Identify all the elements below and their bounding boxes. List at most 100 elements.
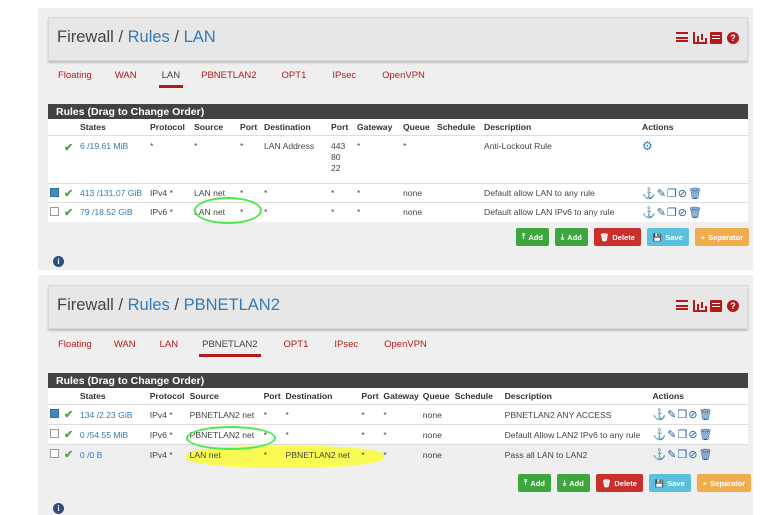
breadcrumb-lan-link[interactable]: LAN [184, 28, 216, 46]
add-bottom-label: Add [569, 478, 584, 488]
chart-icon[interactable] [693, 32, 705, 44]
row-checkbox[interactable] [50, 409, 59, 418]
tab-openvpn[interactable]: OpenVPN [384, 339, 427, 356]
cell-description: PBNETLAN2 ANY ACCESS [502, 404, 651, 425]
table-icon[interactable] [710, 300, 722, 312]
cell-schedule [435, 183, 482, 203]
states-link[interactable]: 0 /54.55 MiB [80, 430, 128, 440]
breadcrumb: Firewall / Rules / LAN ? [48, 17, 748, 61]
rules-table-title: Rules (Drag to Change Order) [48, 104, 748, 119]
row-actions-icons[interactable]: ⚓✎❐⊘🗑 [642, 188, 703, 200]
cell-destination: LAN Address [262, 135, 329, 184]
table-row[interactable]: ✔ 0 /54.55 MiB IPv6 * PBNETLAN2 net * * … [48, 424, 748, 445]
breadcrumb-sep: / [174, 296, 179, 314]
check-icon[interactable]: ✔ [64, 429, 73, 441]
table-row[interactable]: ✔ 79 /18.52 GiB IPv6 * LAN net * * * * n… [48, 202, 748, 222]
row-actions-icons[interactable]: ⚓✎❐⊘🗑 [642, 207, 703, 219]
cell-queue: * [401, 135, 435, 184]
row-checkbox[interactable] [50, 449, 59, 459]
col-protocol: Protocol [150, 122, 185, 132]
add-top-button[interactable]: ⤒ Add [518, 474, 551, 492]
check-icon[interactable]: ✔ [64, 188, 73, 200]
table-icon[interactable] [710, 32, 722, 44]
tab-opt1[interactable]: OPT1 [282, 70, 307, 87]
check-icon[interactable]: ✔ [64, 449, 73, 461]
tab-ipsec[interactable]: IPsec [332, 70, 356, 87]
tab-openvpn[interactable]: OpenVPN [382, 70, 425, 87]
separator-button[interactable]: + Separator [696, 474, 752, 492]
delete-label: Delete [612, 232, 635, 242]
cell-source: * [192, 135, 238, 184]
states-link[interactable]: 0 /0 B [80, 450, 102, 460]
cell-protocol: * [148, 135, 192, 184]
info-icon[interactable]: i [53, 503, 64, 514]
sliders-icon[interactable] [676, 32, 688, 42]
help-icon[interactable]: ? [727, 32, 739, 44]
cell-protocol: IPv4 * [147, 444, 188, 465]
breadcrumb-rules-link[interactable]: Rules [128, 296, 170, 314]
add-top-label: Add [528, 232, 543, 242]
cell-destination: * [262, 183, 329, 203]
add-bottom-button[interactable]: ⤓ Add [556, 474, 590, 492]
cell-dport: * [359, 404, 382, 425]
col-actions: Actions [652, 391, 684, 401]
interface-tabs: Floating WAN LAN PBNETLAN2 OPT1 IPsec Op… [58, 70, 425, 88]
cell-source: PBNETLAN2 net [187, 404, 262, 425]
cell-gateway: * [381, 444, 421, 465]
states-link[interactable]: 79 /18.52 GiB [80, 207, 133, 217]
table-row[interactable]: ✔ 6 /19.61 MiB * * * LAN Address 443 80 … [48, 135, 748, 184]
check-icon[interactable]: ✔ [64, 409, 73, 421]
tab-floating[interactable]: Floating [58, 70, 92, 87]
save-label: Save [665, 232, 683, 242]
highlight-circle [186, 426, 276, 450]
tab-wan[interactable]: WAN [114, 339, 136, 356]
row-checkbox[interactable] [50, 187, 59, 197]
states-link[interactable]: 6 /19.61 MiB [80, 141, 128, 151]
sliders-icon[interactable] [676, 300, 688, 310]
tab-floating[interactable]: Floating [58, 339, 92, 356]
cell-queue: none [420, 404, 453, 425]
chart-icon[interactable] [693, 300, 705, 312]
cell-gateway: * [355, 183, 401, 203]
breadcrumb-sep: / [118, 28, 124, 46]
separator-button[interactable]: + Separator [694, 228, 750, 246]
button-row: ⤒ Add ⤓ Add 🗑 Delete 💾 Save + Separator [518, 474, 752, 492]
row-checkbox[interactable] [50, 429, 59, 438]
info-icon[interactable]: i [53, 256, 64, 267]
col-states: States [80, 122, 106, 132]
row-checkbox[interactable] [50, 206, 59, 216]
gear-icon[interactable]: ⚙ [642, 139, 653, 153]
tab-pbnetlan2[interactable]: PBNETLAN2 [199, 339, 262, 357]
tab-ipsec[interactable]: IPsec [334, 339, 358, 356]
tab-wan[interactable]: WAN [115, 70, 137, 87]
delete-button[interactable]: 🗑 Delete [595, 474, 643, 492]
tab-lan[interactable]: LAN [160, 339, 178, 356]
cell-schedule [435, 135, 482, 184]
tab-pbnetlan2[interactable]: PBNETLAN2 [201, 70, 256, 87]
check-icon[interactable]: ✔ [64, 207, 73, 219]
add-bottom-button[interactable]: ⤓ Add [554, 228, 588, 246]
cell-destination: * [262, 202, 329, 222]
breadcrumb-pbnetlan2-link[interactable]: PBNETLAN2 [184, 296, 280, 314]
states-link[interactable]: 413 /131.07 GiB [80, 188, 142, 198]
row-actions-icons[interactable]: ⚓✎❐⊘🗑 [652, 429, 713, 441]
table-row[interactable]: ✔ 134 /2.23 GiB IPv4 * PBNETLAN2 net * *… [48, 404, 748, 425]
tab-opt1[interactable]: OPT1 [284, 339, 309, 356]
row-actions-icons[interactable]: ⚓✎❐⊘🗑 [652, 449, 713, 461]
breadcrumb-rules-link[interactable]: Rules [128, 28, 170, 46]
separator-label: Separator [710, 478, 746, 488]
col-description: Description [484, 122, 532, 132]
check-icon[interactable]: ✔ [64, 142, 73, 154]
save-button[interactable]: 💾 Save [646, 228, 689, 246]
delete-button[interactable]: 🗑 Delete [593, 228, 641, 246]
save-button[interactable]: 💾 Save [648, 474, 691, 492]
states-link[interactable]: 134 /2.23 GiB [80, 410, 133, 420]
table-row[interactable]: ✔ 0 /0 B IPv4 * LAN net * PBNETLAN2 net … [48, 444, 748, 465]
row-actions-icons[interactable]: ⚓✎❐⊘🗑 [652, 409, 713, 421]
table-row[interactable]: ✔ 413 /131.07 GiB IPv4 * LAN net * * * *… [48, 183, 748, 203]
table-header: States Protocol Source Port Destination … [48, 119, 748, 136]
add-top-button[interactable]: ⤒ Add [516, 228, 549, 246]
tab-lan[interactable]: LAN [158, 70, 184, 88]
breadcrumb-sep: / [118, 296, 124, 314]
help-icon[interactable]: ? [727, 300, 739, 312]
